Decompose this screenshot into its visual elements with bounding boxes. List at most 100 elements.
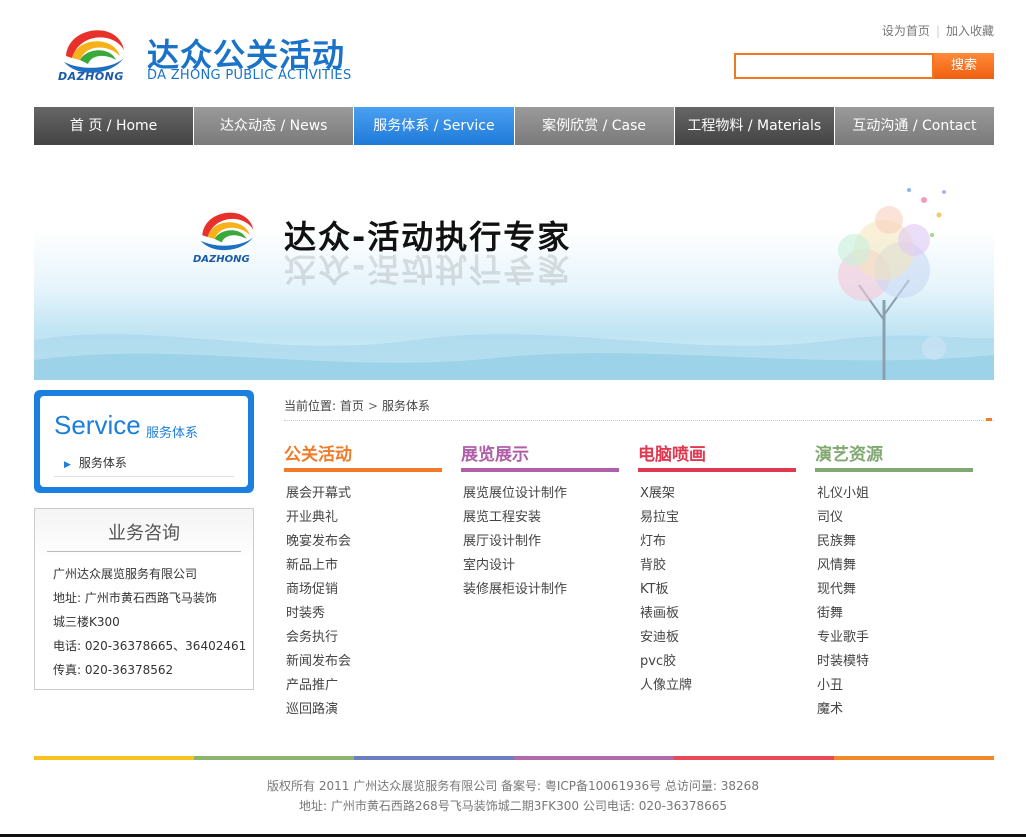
list-item[interactable]: 礼仪小姐 bbox=[815, 482, 973, 506]
list-item[interactable]: 展览工程安装 bbox=[461, 506, 619, 530]
list-item[interactable]: 展厅设计制作 bbox=[461, 530, 619, 554]
list-item[interactable]: 会务执行 bbox=[284, 626, 442, 650]
banner-title-reflection: 达众-活动执行专家 bbox=[284, 250, 572, 288]
consult-title: 业务咨询 bbox=[108, 523, 180, 544]
list-item[interactable]: 街舞 bbox=[815, 602, 973, 626]
side-divider bbox=[54, 476, 234, 477]
nav-item-home[interactable]: 首 页 / Home bbox=[34, 107, 195, 145]
list-item[interactable]: 展览展位设计制作 bbox=[461, 482, 619, 506]
list-item[interactable]: 产品推广 bbox=[284, 674, 442, 698]
side-title-en: Service bbox=[54, 410, 141, 440]
link-separator: | bbox=[935, 24, 940, 38]
list-item[interactable]: X展架 bbox=[638, 482, 796, 506]
consult-fax: 传真: 020-36378562 bbox=[53, 663, 174, 677]
nav-item-materials[interactable]: 工程物料 / Materials bbox=[674, 107, 835, 145]
nav-item-service[interactable]: 服务体系 / Service bbox=[354, 107, 515, 145]
list-item[interactable]: 专业歌手 bbox=[815, 626, 973, 650]
list-item[interactable]: 时装秀 bbox=[284, 602, 442, 626]
service-side-menu: Service 服务体系 ▶ 服务体系 bbox=[34, 390, 254, 493]
column-pr-events: 公关活动 展会开幕式 开业典礼 晚宴发布会 新品上市 商场促销 时装秀 会务执行… bbox=[284, 440, 442, 722]
column-title[interactable]: 电脑喷画 bbox=[638, 440, 796, 468]
breadcrumb: 当前位置: 首页 > 服务体系 bbox=[284, 397, 430, 414]
column-underline bbox=[638, 468, 796, 472]
breadcrumb-divider bbox=[284, 420, 994, 421]
column-list: 展览展位设计制作 展览工程安装 展厅设计制作 室内设计 装修展柜设计制作 bbox=[461, 482, 619, 602]
column-title[interactable]: 展览展示 bbox=[461, 440, 619, 468]
list-item[interactable]: 时装模特 bbox=[815, 650, 973, 674]
footer-copyright: 版权所有 2011 广州达众展览服务有限公司 备案号: 粤ICP备1006193… bbox=[267, 779, 759, 793]
list-item[interactable]: 开业典礼 bbox=[284, 506, 442, 530]
banner-logo-icon bbox=[200, 212, 254, 251]
list-item[interactable]: 易拉宝 bbox=[638, 506, 796, 530]
column-underline bbox=[461, 468, 619, 472]
list-item[interactable]: 灯布 bbox=[638, 530, 796, 554]
list-item[interactable]: 风情舞 bbox=[815, 554, 973, 578]
column-performers: 演艺资源 礼仪小姐 司仪 民族舞 风情舞 现代舞 街舞 专业歌手 时装模特 小丑… bbox=[815, 440, 973, 722]
breadcrumb-prefix: 当前位置: bbox=[284, 399, 340, 413]
site-header: DAZHONG 达众公关活动 DA ZHONG PUBLIC ACTIVITIE… bbox=[0, 0, 1026, 105]
list-item[interactable]: 晚宴发布会 bbox=[284, 530, 442, 554]
column-list: 展会开幕式 开业典礼 晚宴发布会 新品上市 商场促销 时装秀 会务执行 新闻发布… bbox=[284, 482, 442, 722]
column-title[interactable]: 公关活动 bbox=[284, 440, 442, 468]
list-item[interactable]: 新品上市 bbox=[284, 554, 442, 578]
column-printing: 电脑喷画 X展架 易拉宝 灯布 背胶 KT板 裱画板 安迪板 pvc胶 人像立牌 bbox=[638, 440, 796, 698]
consult-address-1: 地址: 广州市黄石西路飞马装饰 bbox=[53, 591, 217, 605]
consult-company: 广州达众展览服务有限公司 bbox=[53, 567, 198, 581]
column-list: 礼仪小姐 司仪 民族舞 风情舞 现代舞 街舞 专业歌手 时装模特 小丑 魔术 bbox=[815, 482, 973, 722]
list-item[interactable]: 商场促销 bbox=[284, 578, 442, 602]
list-item[interactable]: 装修展柜设计制作 bbox=[461, 578, 619, 602]
list-item[interactable]: KT板 bbox=[638, 578, 796, 602]
nav-item-case[interactable]: 案例欣赏 / Case bbox=[514, 107, 675, 145]
list-item[interactable]: 背胶 bbox=[638, 554, 796, 578]
footer-bar-segment bbox=[834, 756, 994, 760]
list-item[interactable]: 现代舞 bbox=[815, 578, 973, 602]
brand-name-en: DA ZHONG PUBLIC ACTIVITIES bbox=[147, 68, 352, 83]
consult-address-2: 城三楼K300 bbox=[53, 615, 120, 629]
add-favorite-link[interactable]: 加入收藏 bbox=[946, 24, 994, 38]
footer-bar-segment bbox=[674, 756, 834, 760]
footer-bar-segment bbox=[194, 756, 354, 760]
column-exhibition: 展览展示 展览展位设计制作 展览工程安装 展厅设计制作 室内设计 装修展柜设计制… bbox=[461, 440, 619, 602]
chevron-right-icon: > bbox=[367, 399, 378, 413]
set-homepage-link[interactable]: 设为首页 bbox=[882, 24, 930, 38]
column-underline bbox=[815, 468, 973, 472]
side-link-service[interactable]: ▶ 服务体系 bbox=[64, 454, 127, 471]
list-item[interactable]: 裱画板 bbox=[638, 602, 796, 626]
search-input[interactable] bbox=[734, 53, 934, 79]
balloon-tree-graphic bbox=[838, 188, 946, 380]
list-item[interactable]: 巡回路演 bbox=[284, 698, 442, 722]
search-button[interactable]: 搜索 bbox=[934, 53, 994, 79]
banner: DAZHONG 达众-活动执行专家 达众-活动执行专家 bbox=[34, 150, 994, 380]
triangle-right-icon: ▶ bbox=[64, 460, 71, 470]
side-link-label: 服务体系 bbox=[78, 456, 127, 470]
main-nav: 首 页 / Home 达众动态 / News 服务体系 / Service 案例… bbox=[34, 107, 995, 145]
breadcrumb-home[interactable]: 首页 bbox=[340, 399, 364, 413]
column-title[interactable]: 演艺资源 bbox=[815, 440, 973, 468]
nav-item-news[interactable]: 达众动态 / News bbox=[194, 107, 355, 145]
footer-bar-segment bbox=[354, 756, 514, 760]
list-item[interactable]: 安迪板 bbox=[638, 626, 796, 650]
list-item[interactable]: 人像立牌 bbox=[638, 674, 796, 698]
list-item[interactable]: 民族舞 bbox=[815, 530, 973, 554]
list-item[interactable]: 新闻发布会 bbox=[284, 650, 442, 674]
column-underline bbox=[284, 468, 442, 472]
column-list: X展架 易拉宝 灯布 背胶 KT板 裱画板 安迪板 pvc胶 人像立牌 bbox=[638, 482, 796, 698]
footer-address: 地址: 广州市黄石西路268号飞马装饰城二期3FK300 公司电话: 020-3… bbox=[298, 799, 728, 813]
list-item[interactable]: 魔术 bbox=[815, 698, 973, 722]
list-item[interactable]: 室内设计 bbox=[461, 554, 619, 578]
list-item[interactable]: pvc胶 bbox=[638, 650, 796, 674]
list-item[interactable]: 展会开幕式 bbox=[284, 482, 442, 506]
consult-box: 业务咨询 广州达众展览服务有限公司 地址: 广州市黄石西路飞马装饰 城三楼K30… bbox=[34, 508, 254, 690]
top-links: 设为首页 | 加入收藏 bbox=[882, 22, 994, 39]
logo-text: DAZHONG bbox=[58, 70, 124, 83]
banner-logo-text: DAZHONG bbox=[193, 254, 250, 265]
footer-bar-segment bbox=[514, 756, 674, 760]
nav-item-contact[interactable]: 互动沟通 / Contact bbox=[834, 107, 995, 145]
breadcrumb-accent bbox=[986, 418, 992, 421]
footer-bar-segment bbox=[34, 756, 194, 760]
list-item[interactable]: 小丑 bbox=[815, 674, 973, 698]
consult-body: 广州达众展览服务有限公司 地址: 广州市黄石西路飞马装饰 城三楼K300 电话:… bbox=[35, 552, 253, 682]
list-item[interactable]: 司仪 bbox=[815, 506, 973, 530]
consult-phone: 电话: 020-36378665、36402461 bbox=[53, 639, 247, 653]
breadcrumb-current: 服务体系 bbox=[381, 399, 430, 413]
